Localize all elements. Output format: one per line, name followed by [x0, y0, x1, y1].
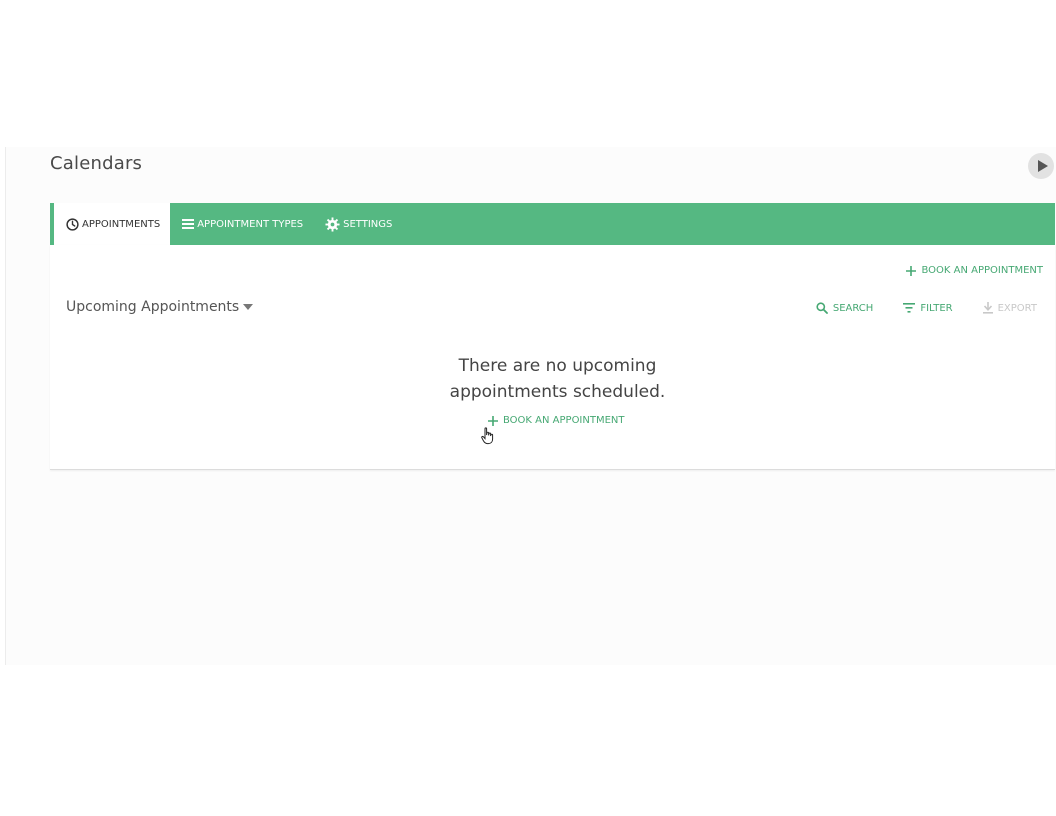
- tab-label: APPOINTMENTS: [82, 218, 161, 230]
- clock-icon: [66, 217, 79, 231]
- tab-settings[interactable]: SETTINGS: [313, 203, 402, 245]
- tab-appointment-types[interactable]: APPOINTMENT TYPES: [170, 203, 313, 245]
- filter-label: FILTER: [920, 302, 953, 314]
- tab-bar: APPOINTMENTS APPOINTMENT TYPES SETTINGS: [50, 203, 1055, 245]
- download-icon: [982, 302, 993, 314]
- export-label: EXPORT: [997, 302, 1037, 314]
- export-button[interactable]: EXPORT: [982, 302, 1037, 314]
- list-icon: [182, 219, 195, 229]
- book-appointment-label: BOOK AN APPOINTMENT: [921, 265, 1043, 276]
- book-appointment-button[interactable]: BOOK AN APPOINTMENT: [906, 265, 1043, 276]
- book-appointment-empty-button[interactable]: BOOK AN APPOINTMENT: [488, 415, 625, 426]
- empty-state-message: There are no upcoming appointments sched…: [50, 353, 1055, 405]
- gear-icon: [325, 216, 340, 232]
- search-button[interactable]: SEARCH: [816, 302, 873, 314]
- list-toolbar: SEARCH FILTER EXPORT: [816, 302, 1037, 314]
- hand-cursor-icon: [481, 427, 494, 445]
- search-label: SEARCH: [832, 302, 874, 314]
- upcoming-appointments-dropdown[interactable]: Upcoming Appointments: [66, 299, 254, 315]
- play-icon: [1037, 160, 1048, 172]
- appointments-panel: BOOK AN APPOINTMENT Upcoming Appointment…: [50, 245, 1055, 470]
- plus-icon: [906, 265, 917, 276]
- filter-icon: [903, 303, 916, 313]
- section-title: Upcoming Appointments: [66, 299, 240, 315]
- caret-down-icon: [243, 304, 254, 310]
- tab-appointments[interactable]: APPOINTMENTS: [50, 203, 171, 245]
- search-icon: [816, 302, 828, 314]
- filter-button[interactable]: FILTER: [903, 302, 953, 314]
- book-appointment-label: BOOK AN APPOINTMENT: [503, 415, 625, 426]
- page-title: Calendars: [50, 153, 143, 174]
- empty-state-line-1: There are no upcoming: [458, 356, 657, 376]
- calendars-page: Calendars APPOINTMENTS APPOINTMENT TYPES: [5, 147, 1056, 665]
- plus-icon: [488, 415, 498, 426]
- tab-label: SETTINGS: [343, 218, 393, 230]
- empty-state-line-2: appointments scheduled.: [449, 382, 666, 402]
- tab-label: APPOINTMENT TYPES: [197, 218, 304, 230]
- play-button[interactable]: [1028, 153, 1054, 179]
